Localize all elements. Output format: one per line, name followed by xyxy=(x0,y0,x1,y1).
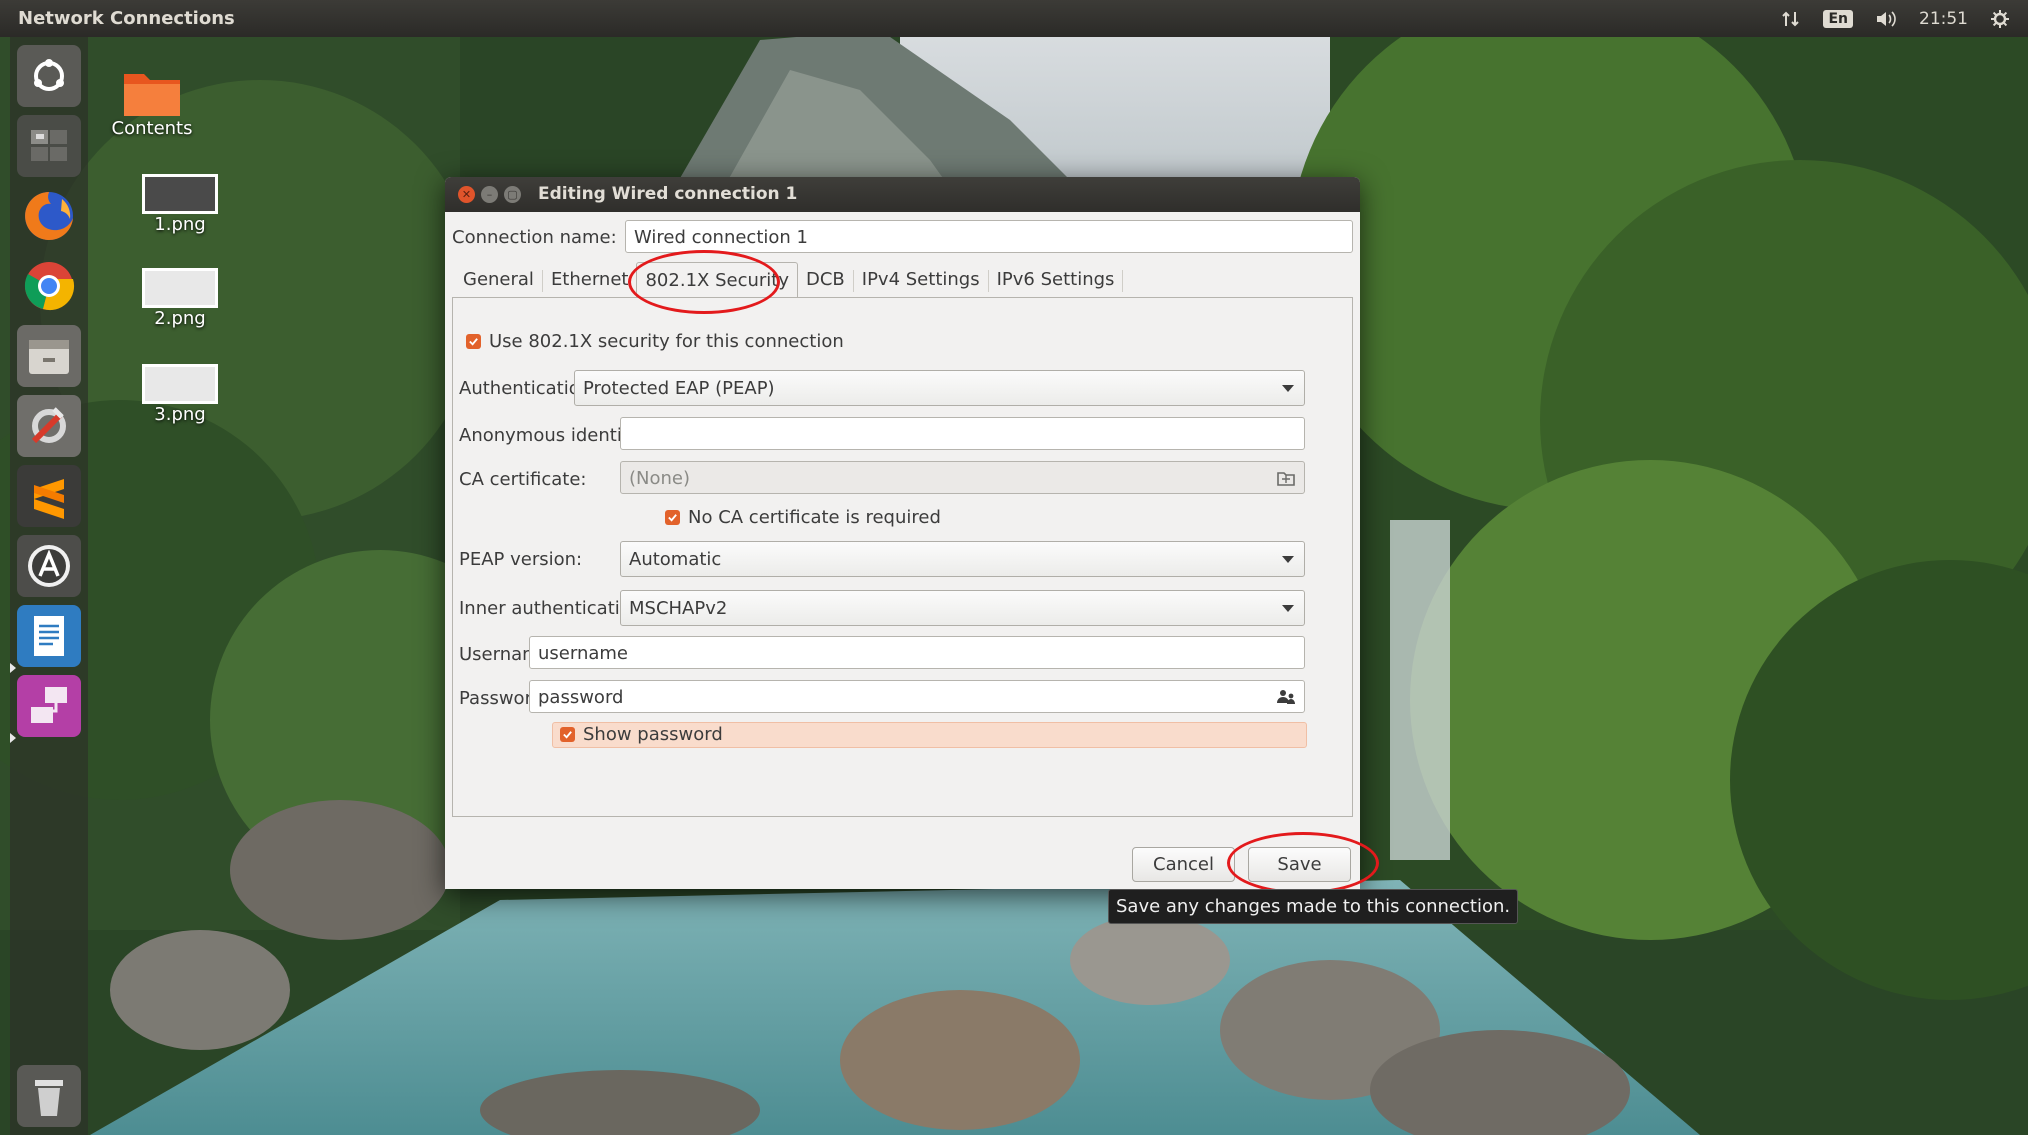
network-connections-icon[interactable] xyxy=(17,675,81,737)
chrome-icon[interactable] xyxy=(17,255,81,317)
tab-separator xyxy=(1122,270,1124,292)
image-thumbnail-icon xyxy=(142,268,218,308)
dash-home-icon[interactable] xyxy=(17,45,81,107)
anonymous-identity-label: Anonymous identity: xyxy=(459,425,645,446)
peap-version-value: Automatic xyxy=(629,549,722,570)
desktop-icon-label: 1.png xyxy=(154,214,206,235)
unity-launcher xyxy=(10,37,88,1135)
folder-icon xyxy=(124,74,180,116)
tab-dcb[interactable]: DCB xyxy=(798,262,853,298)
checkmark-icon xyxy=(563,731,572,739)
tab-ipv4-settings[interactable]: IPv4 Settings xyxy=(854,262,988,298)
dialog-title: Editing Wired connection 1 xyxy=(538,184,798,204)
sublime-text-icon[interactable] xyxy=(17,465,81,527)
show-password-checkbox[interactable] xyxy=(560,727,575,742)
username-field[interactable]: username xyxy=(529,636,1305,669)
desktop-file-3-png[interactable]: 3.png xyxy=(140,364,220,425)
keyboard-language-indicator[interactable]: En xyxy=(1823,9,1853,28)
ca-certificate-chooser[interactable]: (None) xyxy=(620,461,1305,494)
image-thumbnail-icon xyxy=(142,364,218,404)
inner-authentication-value: MSCHAPv2 xyxy=(629,598,728,619)
desktop-icon-label: 2.png xyxy=(154,308,206,329)
checkmark-icon xyxy=(668,514,677,522)
close-window-button[interactable]: ✕ xyxy=(458,186,475,203)
firefox-icon[interactable] xyxy=(17,185,81,247)
desktop-icon-label: 3.png xyxy=(154,404,206,425)
open-file-icon xyxy=(1277,472,1295,486)
tab-bar: General Ethernet 802.1X Security DCB IPv… xyxy=(455,262,1124,298)
no-ca-required-label: No CA certificate is required xyxy=(688,507,941,528)
security-tab-panel: Use 802.1X security for this connection … xyxy=(452,297,1353,817)
file-manager-icon[interactable] xyxy=(17,325,81,387)
dropdown-arrow-icon xyxy=(1282,556,1294,563)
use-8021x-checkbox[interactable] xyxy=(466,334,481,349)
password-field[interactable]: password xyxy=(529,680,1305,713)
top-panel: Network Connections En 21:51 xyxy=(0,0,2028,37)
authentication-dropdown[interactable]: Protected EAP (PEAP) xyxy=(574,370,1305,406)
dialog-titlebar[interactable]: ✕ – ▢ Editing Wired connection 1 xyxy=(445,177,1360,212)
workspace-switcher-icon[interactable] xyxy=(17,115,81,177)
software-updater-icon[interactable] xyxy=(17,535,81,597)
minimize-window-button[interactable]: – xyxy=(481,186,498,203)
cancel-button[interactable]: Cancel xyxy=(1132,847,1235,882)
use-8021x-label: Use 802.1X security for this connection xyxy=(489,331,844,352)
connection-name-field[interactable]: Wired connection 1 xyxy=(625,220,1353,253)
network-indicator-icon[interactable] xyxy=(1781,9,1801,29)
active-app-title: Network Connections xyxy=(18,8,235,29)
peap-version-dropdown[interactable]: Automatic xyxy=(620,541,1305,577)
dropdown-arrow-icon xyxy=(1282,385,1294,392)
show-password-label: Show password xyxy=(583,724,723,745)
tab-ipv6-settings[interactable]: IPv6 Settings xyxy=(989,262,1123,298)
tab-general[interactable]: General xyxy=(455,262,542,298)
indicator-area: En 21:51 xyxy=(1781,9,2010,29)
password-value: password xyxy=(538,687,624,708)
no-ca-required-checkbox[interactable] xyxy=(665,510,680,525)
authentication-value: Protected EAP (PEAP) xyxy=(583,378,775,399)
desktop-file-1-png[interactable]: 1.png xyxy=(140,174,220,235)
annotation-ring-security-tab xyxy=(628,250,780,314)
show-password-checkbox-row[interactable]: Show password xyxy=(560,724,723,745)
running-app-indicator xyxy=(10,733,16,743)
anonymous-identity-field[interactable] xyxy=(620,417,1305,450)
inner-authentication-dropdown[interactable]: MSCHAPv2 xyxy=(620,590,1305,626)
checkmark-icon xyxy=(469,338,478,346)
annotation-ring-save-button xyxy=(1227,832,1379,894)
text-editor-icon[interactable] xyxy=(17,605,81,667)
volume-icon[interactable] xyxy=(1875,9,1897,29)
desktop-file-2-png[interactable]: 2.png xyxy=(140,268,220,329)
use-8021x-checkbox-row[interactable]: Use 802.1X security for this connection xyxy=(466,331,844,352)
password-storage-icon[interactable] xyxy=(1276,688,1296,706)
dropdown-arrow-icon xyxy=(1282,605,1294,612)
connection-name-label: Connection name: xyxy=(452,227,617,248)
save-button-tooltip: Save any changes made to this connection… xyxy=(1108,889,1519,924)
desktop-folder-contents[interactable]: Contents xyxy=(112,66,192,139)
trash-icon[interactable] xyxy=(17,1065,81,1127)
system-settings-icon[interactable] xyxy=(17,395,81,457)
peap-version-label: PEAP version: xyxy=(459,549,583,570)
running-app-indicator xyxy=(10,663,16,673)
editing-connection-dialog: ✕ – ▢ Editing Wired connection 1 Connect… xyxy=(445,177,1360,889)
tab-ethernet[interactable]: Ethernet xyxy=(543,262,637,298)
no-ca-required-checkbox-row[interactable]: No CA certificate is required xyxy=(665,507,941,528)
clock[interactable]: 21:51 xyxy=(1919,9,1968,29)
session-gear-icon[interactable] xyxy=(1990,9,2010,29)
maximize-window-button[interactable]: ▢ xyxy=(504,186,521,203)
image-thumbnail-icon xyxy=(142,174,218,214)
ca-certificate-value: (None) xyxy=(629,468,691,489)
desktop-icon-label: Contents xyxy=(111,118,193,139)
ca-certificate-label: CA certificate: xyxy=(459,469,587,490)
